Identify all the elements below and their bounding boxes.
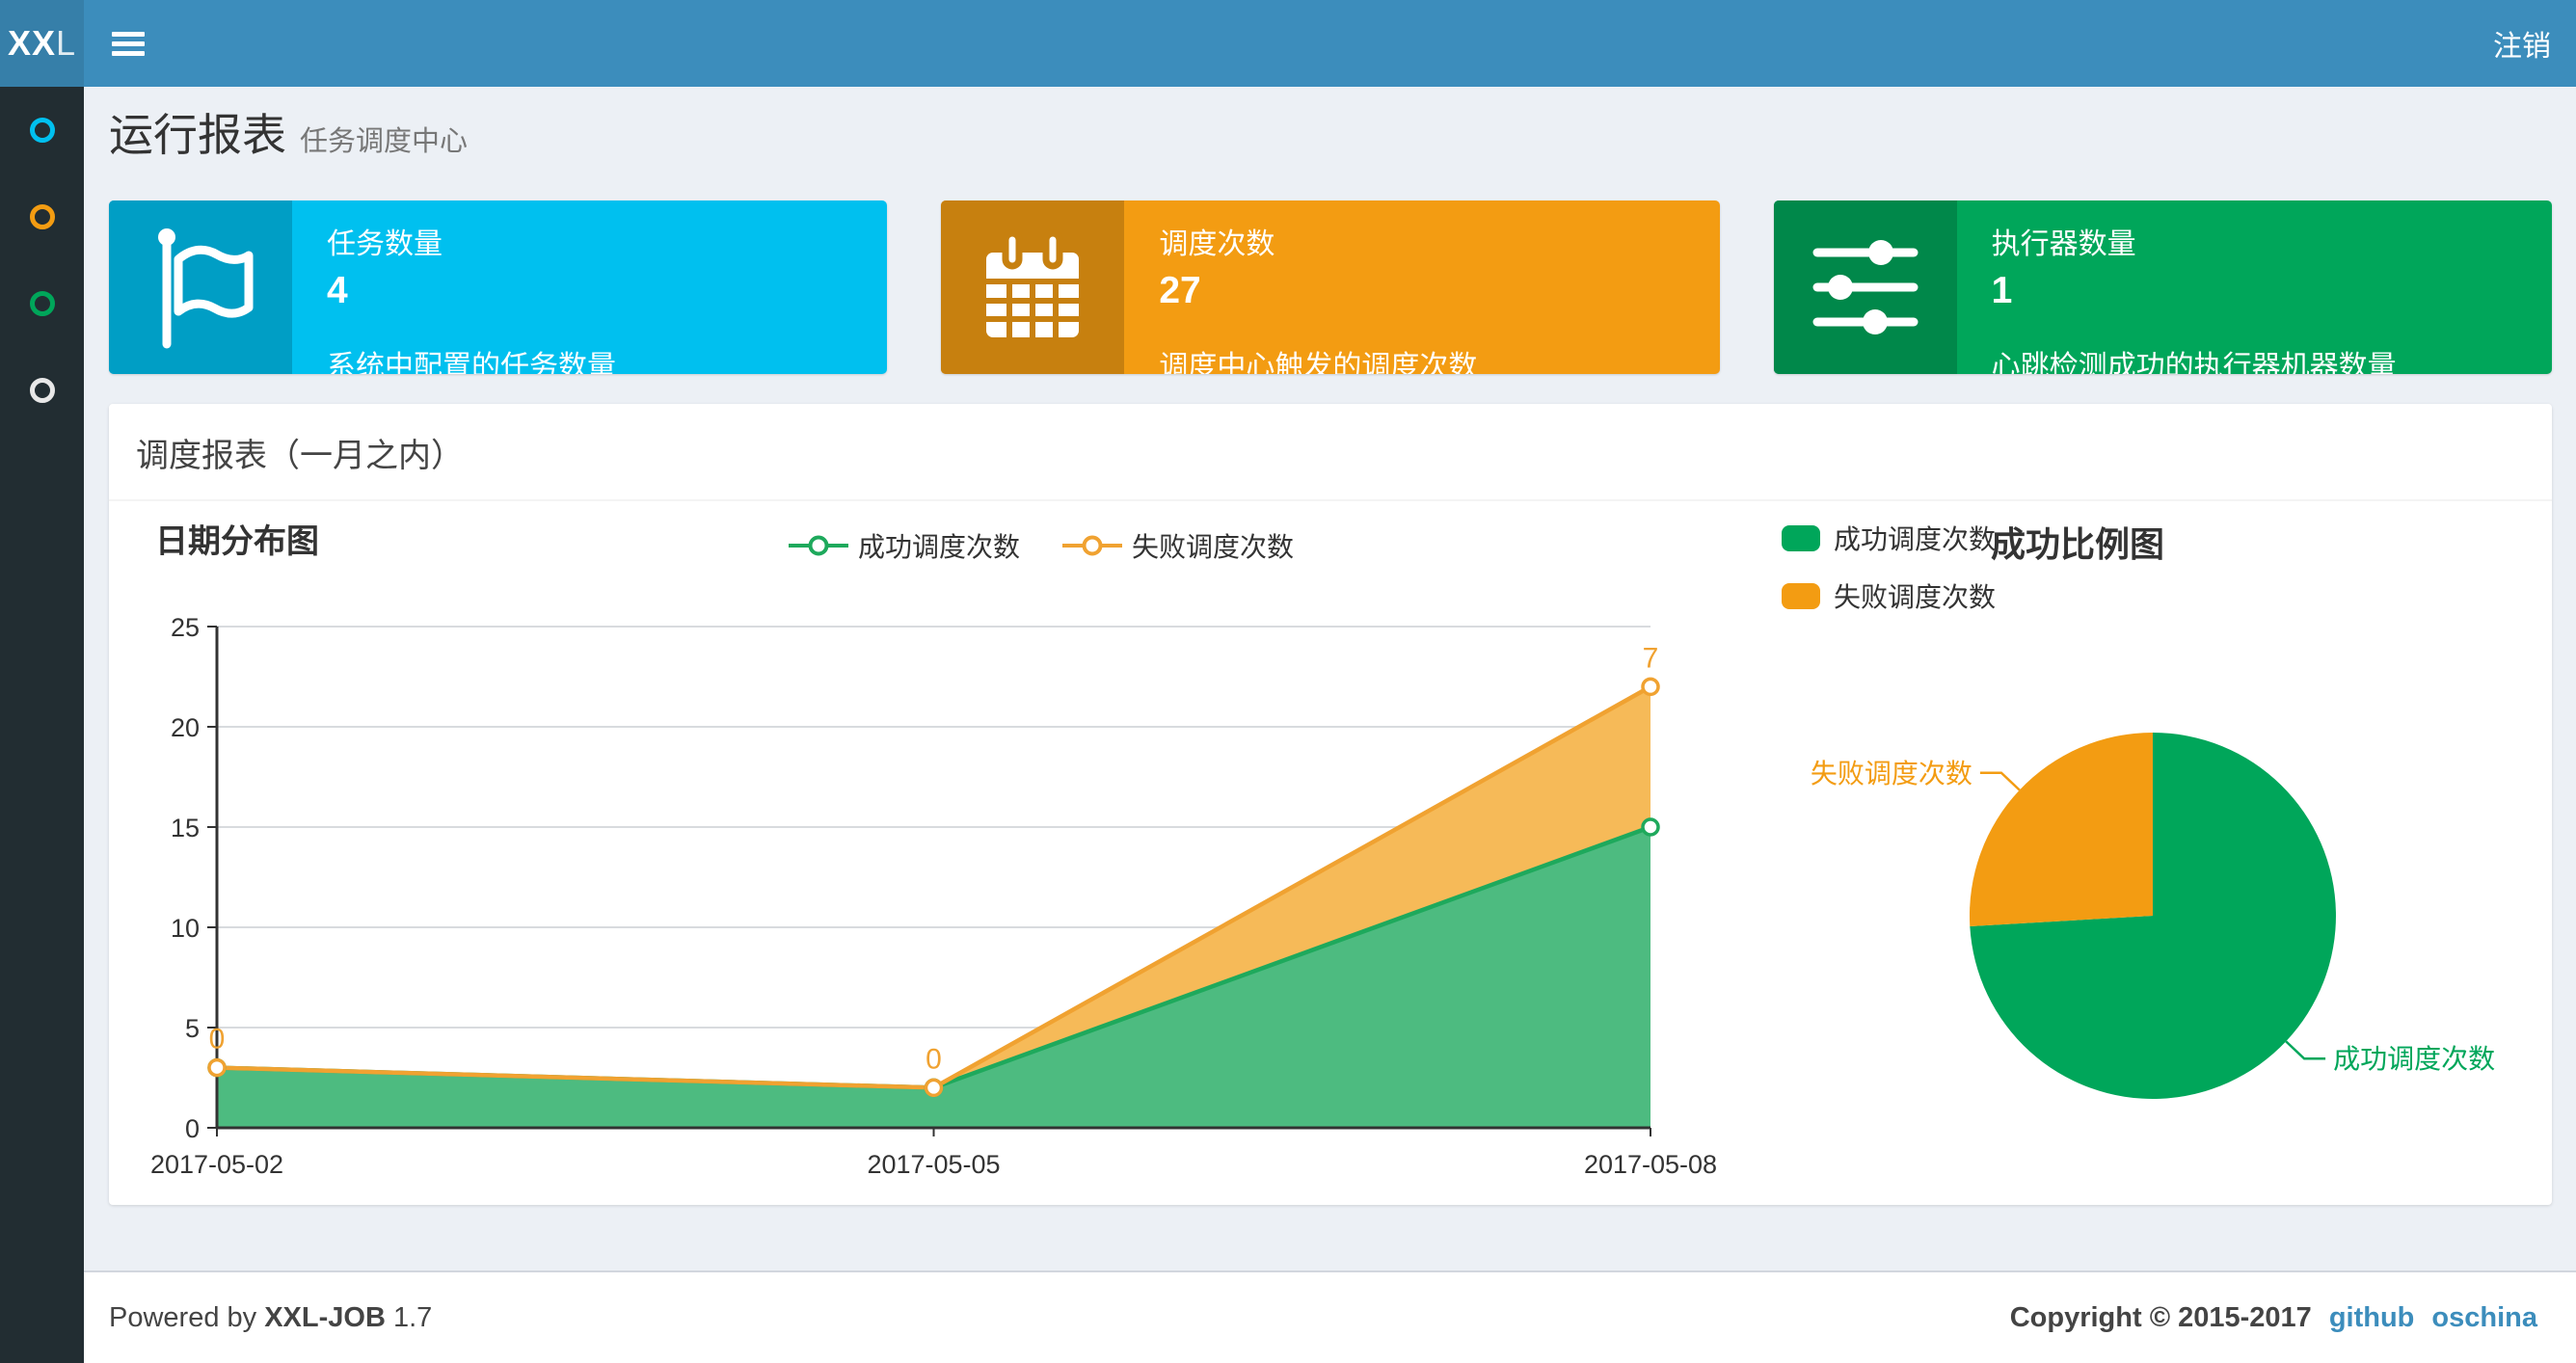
circle-icon (29, 378, 55, 403)
sidebar-item-1[interactable] (0, 87, 84, 174)
legend-swatch (1782, 524, 1820, 551)
legend-label: 失败调度次数 (1132, 532, 1295, 562)
legend-item-success[interactable]: 成功调度次数 (789, 526, 1020, 565)
sidebar-item-4[interactable] (0, 347, 84, 434)
info-box-triggers: 调度次数 27 调度中心触发的调度次数 (941, 200, 1720, 374)
svg-text:2017-05-08: 2017-05-08 (1584, 1150, 1717, 1179)
sidebar-toggle-button[interactable] (84, 0, 173, 87)
info-box-description: 调度中心触发的调度次数 (1159, 351, 1478, 374)
powered-by-text: Powered by XXL-JOB 1.7 (109, 1301, 433, 1333)
legend-item-fail[interactable]: 失败调度次数 (1062, 526, 1294, 565)
line-chart-title: 日期分布图 (155, 523, 319, 560)
svg-text:5: 5 (185, 1014, 200, 1043)
circle-icon (29, 118, 55, 143)
oschina-link[interactable]: oschina (2431, 1302, 2537, 1334)
svg-text:7: 7 (1643, 642, 1659, 674)
line-legend-marker (1062, 535, 1123, 556)
calendar-icon (941, 200, 1125, 374)
svg-text:15: 15 (171, 814, 200, 842)
info-box-label: 执行器数量 (1991, 228, 2136, 260)
info-box-label: 任务数量 (327, 228, 443, 260)
copyright-text: Copyright © 2015-2017 (2009, 1301, 2312, 1333)
panel-title: 调度报表（一月之内） (136, 438, 464, 474)
info-box-jobs: 任务数量 4 系统中配置的任务数量 (109, 200, 888, 374)
svg-text:10: 10 (171, 914, 200, 943)
sidebar (0, 87, 84, 1363)
svg-text:0: 0 (209, 1024, 226, 1056)
legend-label: 成功调度次数 (858, 532, 1021, 562)
page-title: 运行报表 (109, 110, 286, 160)
logo-text-bold: XX (7, 23, 56, 63)
info-box-row: 任务数量 4 系统中配置的任务数量 调度次数 27 调度中心触发的调度次数 执行… (109, 200, 2552, 374)
pie-legend-item-success[interactable]: 成功调度次数 (1782, 519, 1996, 557)
svg-text:20: 20 (171, 713, 200, 742)
app-logo[interactable]: XX L (0, 0, 84, 87)
info-box-value: 4 (327, 270, 348, 311)
date-distribution-chart: 05101520252017-05-02 2017-05-05 2017-05-08… (150, 613, 1717, 1179)
hamburger-icon (112, 31, 145, 56)
info-box-description: 心跳检测成功的执行器机器数量 (1991, 351, 2397, 374)
svg-text:0: 0 (926, 1043, 942, 1075)
svg-text:0: 0 (185, 1114, 200, 1143)
circle-icon (29, 291, 55, 316)
logo-text-light: L (56, 23, 77, 63)
line-chart-legend: 成功调度次数 失败调度次数 (789, 526, 1294, 565)
sidebar-item-3[interactable] (0, 260, 84, 347)
footer: Powered by XXL-JOB 1.7 Copyright © 2015-… (84, 1270, 2576, 1363)
legend-label: 成功调度次数 (1834, 524, 1997, 554)
info-box-label: 调度次数 (1159, 228, 1275, 260)
top-navbar: XX L 注销 (0, 0, 2576, 87)
circle-icon (29, 204, 55, 229)
github-link[interactable]: github (2329, 1302, 2415, 1334)
svg-text:失败调度次数: 失败调度次数 (1811, 759, 1972, 788)
panel-header: 调度报表（一月之内） (109, 404, 2552, 501)
logout-link[interactable]: 注销 (2493, 22, 2551, 65)
success-ratio-pie-chart: 成功调度次数 失败调度次数 (1811, 733, 2495, 1099)
pie-chart-title: 成功比例图 (1991, 524, 2165, 564)
report-panel: 调度报表（一月之内） 日期分布图 成功调度次数 失败调度次数 0 5 10 15 20 2… (109, 404, 2552, 1205)
svg-text:25: 25 (171, 613, 200, 642)
page-subtitle: 任务调度中心 (300, 126, 469, 157)
page-header: 运行报表 任务调度中心 (109, 100, 468, 164)
info-box-value: 27 (1159, 270, 1201, 311)
svg-text:成功调度次数: 成功调度次数 (2333, 1044, 2495, 1074)
flag-icon (109, 200, 292, 374)
sidebar-item-2[interactable] (0, 174, 84, 260)
sliders-icon (1773, 200, 1957, 374)
line-legend-marker (789, 535, 848, 556)
info-box-value: 1 (1991, 270, 2013, 311)
info-box-description: 系统中配置的任务数量 (327, 351, 616, 374)
info-box-executors: 执行器数量 1 心跳检测成功的执行器机器数量 (1773, 200, 2552, 374)
svg-text:2017-05-02: 2017-05-02 (150, 1150, 283, 1179)
svg-text:2017-05-05: 2017-05-05 (867, 1150, 1000, 1179)
